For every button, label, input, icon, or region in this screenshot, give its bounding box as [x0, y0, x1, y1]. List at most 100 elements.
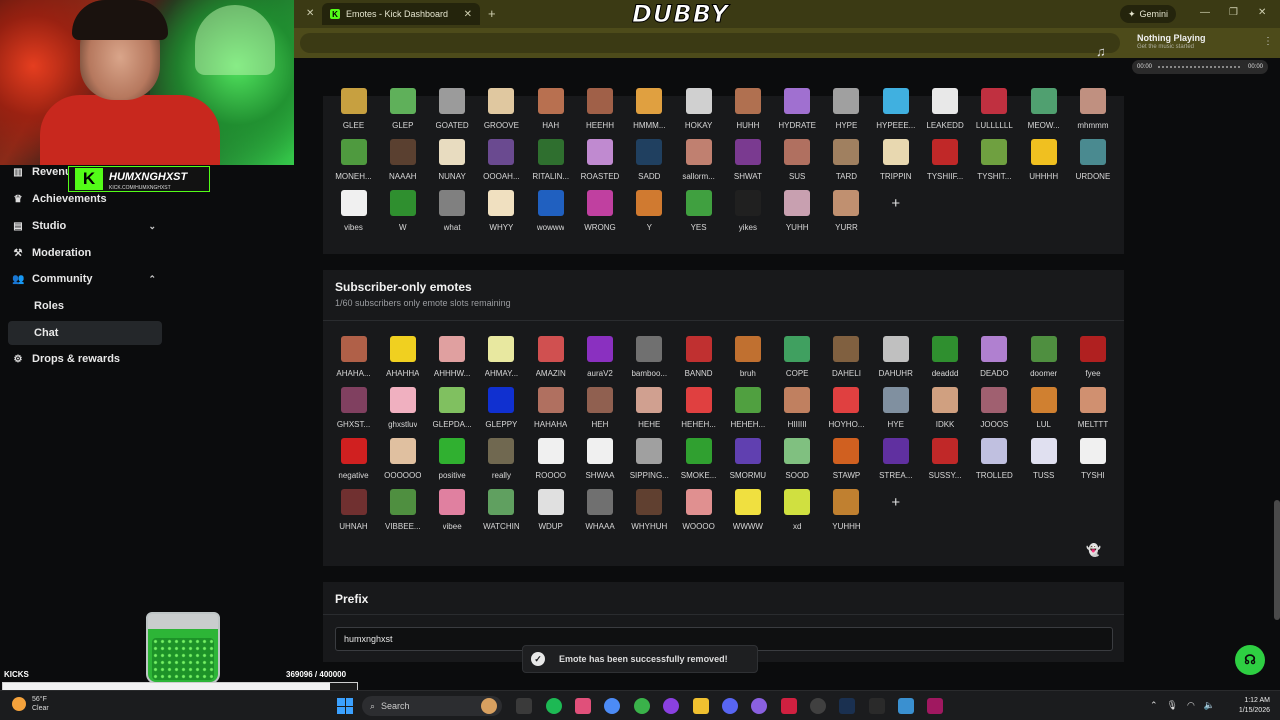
emote-item[interactable]: really — [477, 438, 526, 480]
emote-item[interactable]: HEHEH... — [674, 387, 723, 429]
emote-item[interactable]: yikes — [723, 190, 772, 232]
emote-item[interactable]: doomer — [1019, 336, 1068, 378]
emote-item[interactable]: OOOAH... — [477, 139, 526, 181]
emote-item[interactable]: HEH — [575, 387, 624, 429]
emote-item[interactable]: bruh — [723, 336, 772, 378]
sidebar-item-studio[interactable]: ▤ Studio ⌄ — [0, 214, 162, 238]
emote-item[interactable]: GLEP — [378, 88, 427, 130]
emote-item[interactable]: SADD — [625, 139, 674, 181]
emote-item[interactable]: TYSHI — [1068, 438, 1117, 480]
emote-item[interactable]: SMORMU — [723, 438, 772, 480]
emote-item[interactable]: STAWP — [822, 438, 871, 480]
emote-item[interactable]: HEHEH... — [723, 387, 772, 429]
app-icon[interactable] — [481, 698, 497, 714]
emote-item[interactable]: NAAAH — [378, 139, 427, 181]
emote-item[interactable]: vibee — [428, 489, 477, 531]
close-tab-icon[interactable]: ✕ — [306, 8, 314, 19]
emote-item[interactable]: HIIIIII — [773, 387, 822, 429]
emote-item[interactable]: GOATED — [428, 88, 477, 130]
emote-item[interactable]: WOOOO — [674, 489, 723, 531]
taskbar-clock[interactable]: 1:12 AM 1/15/2026 — [1226, 696, 1270, 716]
close-icon[interactable]: ✕ — [464, 9, 472, 20]
emote-item[interactable]: SHWAA — [575, 438, 624, 480]
emote-item[interactable]: TYSHIIF... — [921, 139, 970, 181]
emote-item[interactable]: GLEE — [329, 88, 378, 130]
close-window-icon[interactable]: ✕ — [1258, 7, 1266, 18]
emote-item[interactable]: WHYHUH — [625, 489, 674, 531]
emote-item[interactable]: VIBBEE... — [378, 489, 427, 531]
emote-item[interactable]: IDKK — [921, 387, 970, 429]
app-icon[interactable] — [663, 698, 679, 714]
folder-icon[interactable] — [693, 698, 709, 714]
emote-item[interactable]: TUSS — [1019, 438, 1068, 480]
emote-item[interactable]: RITALIN... — [526, 139, 575, 181]
sidebar-item-community[interactable]: 👥 Community ⌃ — [0, 267, 162, 291]
emote-item[interactable]: OOOOOO — [378, 438, 427, 480]
emote-item[interactable]: AHHHW... — [428, 336, 477, 378]
emote-item[interactable]: HOYHO... — [822, 387, 871, 429]
emote-item[interactable]: ghxstluv — [378, 387, 427, 429]
steam-icon[interactable] — [839, 698, 855, 714]
emote-item[interactable]: JOOOS — [970, 387, 1019, 429]
emote-item[interactable]: DAHUHR — [871, 336, 920, 378]
sidebar-item-moderation[interactable]: ⚒ Moderation — [0, 241, 162, 265]
wifi-icon[interactable]: ◠ — [1187, 700, 1195, 711]
emote-item[interactable]: GROOVE — [477, 88, 526, 130]
emote-item[interactable]: WHYY — [477, 190, 526, 232]
emote-item[interactable]: fyee — [1068, 336, 1117, 378]
emote-item[interactable]: YES — [674, 190, 723, 232]
emote-item[interactable]: MEOW... — [1019, 88, 1068, 130]
emote-item[interactable]: HYDRATE — [773, 88, 822, 130]
emote-item[interactable]: SUS — [773, 139, 822, 181]
emote-item[interactable]: DEADO — [970, 336, 1019, 378]
emote-item[interactable]: AHAHA... — [329, 336, 378, 378]
emote-item[interactable]: WHAAA — [575, 489, 624, 531]
emote-item[interactable]: xd — [773, 489, 822, 531]
emote-item[interactable]: STREA... — [871, 438, 920, 480]
emote-item[interactable]: LEAKEDD — [921, 88, 970, 130]
photoshop-icon[interactable] — [927, 698, 943, 714]
emote-item[interactable]: HAHAHA — [526, 387, 575, 429]
emote-item[interactable]: HMMM... — [625, 88, 674, 130]
volume-icon[interactable]: 🔈 — [1204, 700, 1215, 711]
url-field[interactable] — [300, 33, 1120, 53]
emote-item[interactable]: HYPE — [822, 88, 871, 130]
emote-item[interactable]: HAH — [526, 88, 575, 130]
emote-item[interactable]: WRONG — [575, 190, 624, 232]
emote-item[interactable]: HEEHH — [575, 88, 624, 130]
more-options-icon[interactable]: ⋮ — [1263, 36, 1273, 47]
emote-item[interactable]: TARD — [822, 139, 871, 181]
emote-item[interactable]: deaddd — [921, 336, 970, 378]
emote-item[interactable]: positive — [428, 438, 477, 480]
emote-item[interactable]: ROASTED — [575, 139, 624, 181]
emote-item[interactable]: HOKAY — [674, 88, 723, 130]
emote-item[interactable]: DAHELI — [822, 336, 871, 378]
scrollbar[interactable] — [1274, 500, 1280, 620]
emote-item[interactable]: sallorm... — [674, 139, 723, 181]
emote-item[interactable]: SOOD — [773, 438, 822, 480]
emote-item[interactable]: W — [378, 190, 427, 232]
discord-icon[interactable] — [722, 698, 738, 714]
emote-item[interactable]: TRIPPIN — [871, 139, 920, 181]
microphone-icon[interactable]: 🎙 — [1167, 700, 1178, 711]
terminal-icon[interactable] — [869, 698, 885, 714]
sidebar-item-roles[interactable]: Roles — [8, 294, 162, 318]
emote-item[interactable]: AHAHHA — [378, 336, 427, 378]
emote-item[interactable]: GHXST... — [329, 387, 378, 429]
app-icon[interactable] — [781, 698, 797, 714]
emote-item[interactable]: vibes — [329, 190, 378, 232]
emote-item[interactable]: WATCHIN — [477, 489, 526, 531]
emote-item[interactable]: YUHH — [773, 190, 822, 232]
emote-item[interactable]: HYE — [871, 387, 920, 429]
emote-item[interactable]: what — [428, 190, 477, 232]
minimize-icon[interactable]: — — [1200, 7, 1210, 18]
emote-item[interactable]: HYPEEE... — [871, 88, 920, 130]
chrome-profile-icon[interactable] — [634, 698, 650, 714]
emote-item[interactable]: bamboo... — [625, 336, 674, 378]
emote-item[interactable]: GLEPDA... — [428, 387, 477, 429]
obs-icon[interactable] — [810, 698, 826, 714]
emote-item[interactable]: MELTTT — [1068, 387, 1117, 429]
emote-item[interactable]: UHNAH — [329, 489, 378, 531]
sidebar-item-chat[interactable]: Chat — [8, 321, 162, 345]
file-explorer-icon[interactable] — [516, 698, 532, 714]
